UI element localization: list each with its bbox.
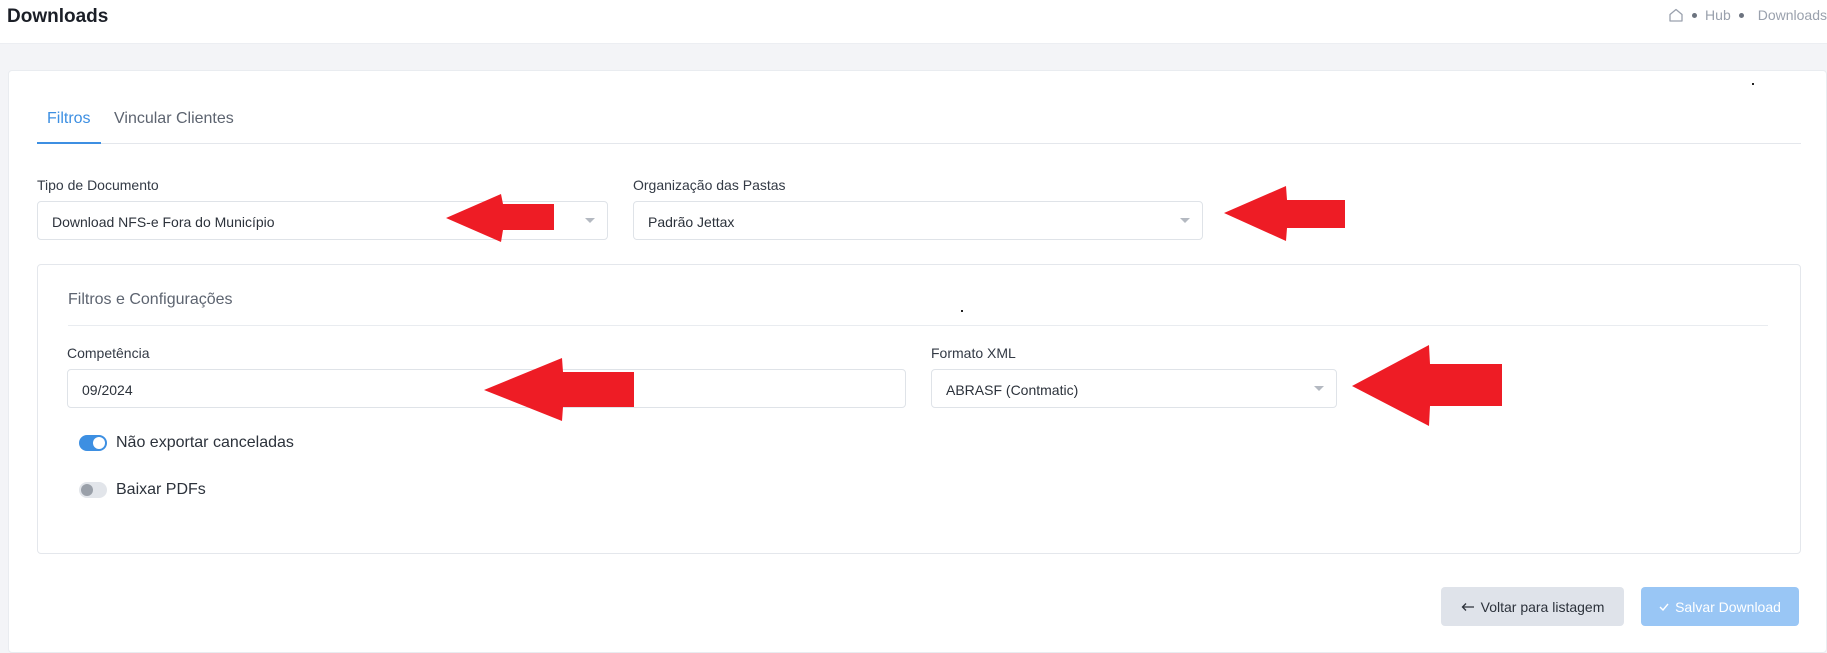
page-title: Downloads bbox=[7, 6, 109, 27]
arrow-left-icon bbox=[1461, 602, 1474, 611]
section-title: Filtros e Configurações bbox=[68, 291, 233, 308]
toggle-nao-exportar-canceladas: Não exportar canceladas bbox=[79, 434, 294, 452]
tab-filtros[interactable]: Filtros bbox=[47, 110, 91, 128]
back-to-list-button[interactable]: Voltar para listagem bbox=[1441, 587, 1624, 626]
red-arrow-icon bbox=[484, 358, 634, 421]
tab-vincular-clientes-label: Vincular Clientes bbox=[114, 110, 234, 127]
section-divider bbox=[68, 325, 1768, 326]
red-arrow-icon bbox=[1224, 186, 1345, 241]
stray-dot bbox=[961, 310, 963, 312]
save-button-label: Salvar Download bbox=[1675, 598, 1781, 615]
toggle-baixar-pdfs: Baixar PDFs bbox=[79, 481, 206, 499]
competencia-label: Competência bbox=[67, 345, 150, 361]
home-icon[interactable] bbox=[1668, 7, 1684, 23]
toggle-label: Não exportar canceladas bbox=[116, 434, 294, 451]
save-download-button[interactable]: Salvar Download bbox=[1641, 587, 1799, 626]
check-icon bbox=[1659, 603, 1669, 611]
toggle-switch-canceladas[interactable] bbox=[79, 435, 107, 451]
chevron-down-icon bbox=[585, 218, 595, 223]
organizacao-pastas-select[interactable]: Padrão Jettax bbox=[633, 201, 1203, 240]
back-button-label: Voltar para listagem bbox=[1480, 598, 1605, 615]
tipo-documento-label: Tipo de Documento bbox=[37, 177, 159, 193]
tab-filtros-label: Filtros bbox=[47, 110, 91, 127]
red-arrow-icon bbox=[446, 194, 554, 242]
tab-bar: Filtros Vincular Clientes bbox=[37, 100, 1801, 144]
active-tab-indicator bbox=[37, 142, 101, 144]
breadcrumb-separator bbox=[1692, 12, 1698, 18]
chevron-down-icon bbox=[1314, 386, 1324, 391]
competencia-value: 09/2024 bbox=[82, 382, 133, 398]
organizacao-pastas-value: Padrão Jettax bbox=[648, 214, 735, 230]
red-arrow-icon bbox=[1352, 345, 1502, 426]
breadcrumb: Hub Downloads bbox=[1668, 7, 1827, 23]
formato-xml-label: Formato XML bbox=[931, 345, 1016, 361]
toggle-switch-pdfs[interactable] bbox=[79, 482, 107, 498]
breadcrumb-separator bbox=[1738, 12, 1744, 18]
top-bar: Downloads Hub Downloads bbox=[0, 0, 1827, 44]
breadcrumb-current: Downloads bbox=[1757, 7, 1827, 23]
chevron-down-icon bbox=[1180, 218, 1190, 223]
toggle-label: Baixar PDFs bbox=[116, 481, 206, 498]
stray-dot bbox=[1752, 83, 1754, 85]
organizacao-pastas-label: Organização das Pastas bbox=[633, 177, 786, 193]
formato-xml-value: ABRASF (Contmatic) bbox=[946, 382, 1079, 398]
tab-vincular-clientes[interactable]: Vincular Clientes bbox=[114, 110, 234, 128]
tipo-documento-value: Download NFS-e Fora do Município bbox=[52, 214, 275, 230]
filtros-configuracoes-section: Filtros e Configurações bbox=[37, 264, 1801, 554]
formato-xml-select[interactable]: ABRASF (Contmatic) bbox=[931, 369, 1337, 408]
breadcrumb-hub-link[interactable]: Hub bbox=[1705, 7, 1731, 23]
